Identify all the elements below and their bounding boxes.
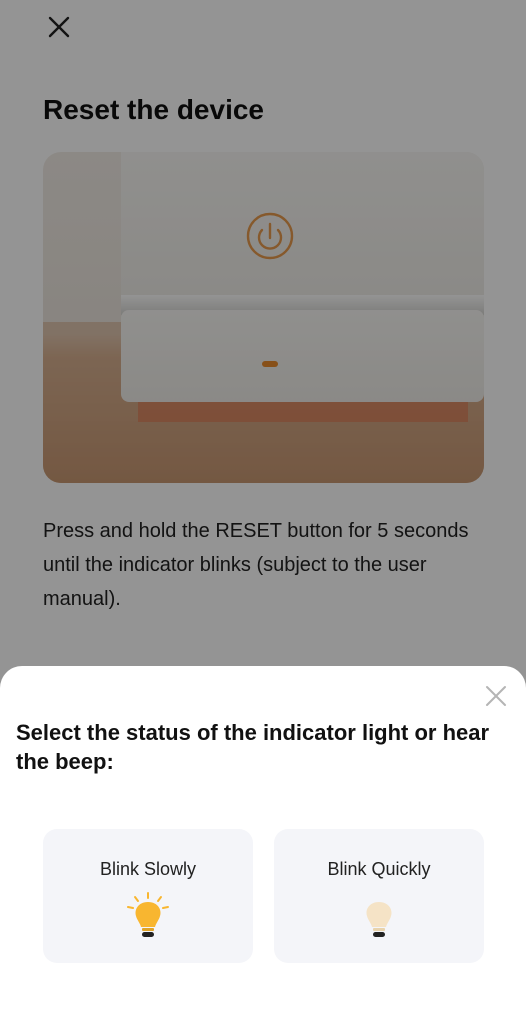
indicator-status-sheet: Select the status of the indicator light…	[0, 666, 526, 1024]
option-label: Blink Quickly	[327, 859, 431, 879]
sheet-title: Select the status of the indicator light…	[16, 720, 490, 774]
blink-slowly-option[interactable]: Blink Slowly	[43, 829, 253, 963]
bulb-lit-icon	[127, 892, 169, 937]
close-icon[interactable]	[484, 684, 508, 708]
bulb-dim-icon	[366, 902, 392, 937]
blink-quickly-option[interactable]: Blink Quickly	[274, 829, 484, 963]
option-label: Blink Slowly	[99, 859, 197, 879]
